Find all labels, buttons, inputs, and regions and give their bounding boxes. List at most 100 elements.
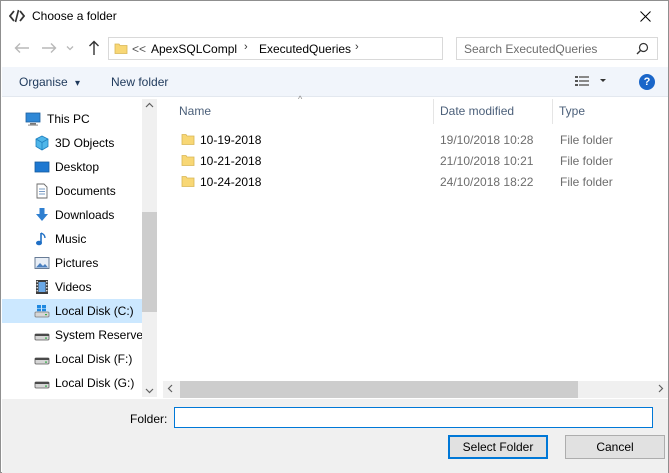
sidebar-item-label: Documents [55,184,116,198]
organise-dropdown-arrow: ▾ [75,78,81,89]
dialog-footer: Folder: Select Folder Cancel [2,399,668,473]
breadcrumb-apexsqlcompl[interactable]: ApexSQLCompl [151,42,237,56]
code-icon [9,9,25,23]
navigation-pane-scrollbar[interactable] [142,99,157,397]
change-view-button[interactable] [574,74,608,91]
up-button[interactable] [85,39,103,57]
folder-label: Folder: [130,412,168,426]
new-folder-button[interactable]: New folder [111,75,168,89]
search-box[interactable]: Search ExecutedQueries [456,37,658,60]
cancel-button[interactable]: Cancel [565,435,665,459]
file-date: 19/10/2018 10:28 [440,133,534,147]
breadcrumb-separator[interactable]: › [355,41,359,53]
organise-label: Organise [19,75,68,89]
column-header-name[interactable]: Name [163,99,433,124]
arrow-left-icon [14,43,29,53]
sidebar-item-label: Local Disk (F:) [55,352,133,366]
address-bar[interactable]: << ApexSQLCompl › ExecutedQueries › [108,37,534,60]
chevron-down-icon [66,46,74,51]
close-icon [639,10,651,22]
choose-folder-dialog: Choose a folder << ApexSQLCompl › Execut… [0,0,669,473]
file-type: File folder [560,175,613,189]
scroll-down-icon[interactable] [145,388,154,394]
sidebar-item-3d-objects[interactable]: 3D Objects [2,131,143,155]
cube-icon [35,135,49,151]
pictures-icon [34,257,50,269]
arrow-right-icon [42,43,57,53]
file-name[interactable]: 10-19-2018 [200,133,261,147]
sidebar-item-label: Pictures [55,256,99,270]
search-icon[interactable] [636,42,649,55]
sidebar-item-system-reserved[interactable]: System Reservec [2,323,149,347]
sidebar-item-local-disk-g[interactable]: Local Disk (G:) [2,371,143,395]
select-folder-button[interactable]: Select Folder [448,435,548,459]
sidebar-item-label: Videos [55,280,92,294]
sidebar-item-label: This PC [47,112,90,126]
sidebar-item-pictures[interactable]: Pictures [2,251,143,275]
file-list-horizontal-scrollbar[interactable] [163,381,668,398]
folder-icon [114,43,128,54]
sidebar-item-this-pc[interactable]: This PC [2,107,143,131]
sidebar-item-local-disk-f[interactable]: Local Disk (F:) [2,347,143,371]
file-name[interactable]: 10-24-2018 [200,175,261,189]
sidebar-item-local-disk-c[interactable]: Local Disk (C:) [2,299,143,323]
folder-icon [181,134,195,145]
drive-icon [34,333,50,341]
recent-locations-button[interactable] [64,39,76,57]
sidebar-item-label: Downloads [55,208,115,222]
desktop-icon [34,161,50,173]
scrollbar-thumb[interactable] [180,381,578,398]
table-row[interactable]: 10-24-2018 24/10/2018 18:22 File folder [163,171,663,192]
music-icon [36,232,46,246]
column-header-label: Date modified [440,104,515,118]
sidebar-item-music[interactable]: Music [2,227,143,251]
table-row[interactable]: 10-21-2018 21/10/2018 10:21 File folder [163,150,663,171]
breadcrumb-separator[interactable]: › [244,41,248,53]
download-icon [36,208,48,221]
forward-button[interactable] [40,39,58,57]
breadcrumb-executedqueries[interactable]: ExecutedQueries [259,42,351,56]
sidebar-item-label: Local Disk (G:) [55,376,135,390]
file-date: 24/10/2018 18:22 [440,175,534,189]
back-button[interactable] [13,39,31,57]
search-placeholder[interactable]: Search ExecutedQueries [464,42,597,56]
column-header-label: Type [559,104,586,118]
table-row[interactable]: 10-19-2018 19/10/2018 10:28 File folder [163,129,663,150]
sidebar-item-documents[interactable]: Documents [2,179,143,203]
sidebar-item-label: System Reservec [55,328,150,342]
file-type: File folder [560,133,613,147]
scroll-up-icon[interactable] [145,102,154,108]
folder-input[interactable] [174,407,653,428]
scroll-left-icon[interactable] [167,384,173,393]
file-list: ^ Name Date modified Type 10-19-2018 19/… [163,94,668,397]
drive-icon [34,381,50,389]
sidebar-item-videos[interactable]: Videos [2,275,143,299]
folder-icon [181,155,195,166]
sidebar-item-label: Local Disk (C:) [55,304,134,318]
folder-icon [181,176,195,187]
title-bar: Choose a folder [1,1,668,32]
scrollbar-thumb[interactable] [142,212,157,312]
sidebar-item-downloads[interactable]: Downloads [2,203,143,227]
command-bar: Organise ▾ New folder ? [2,67,668,97]
windows-drive-icon [34,305,50,318]
sidebar-item-label: Music [55,232,87,246]
navigation-pane: This PC 3D Objects Desktop Documents Dow… [2,99,157,397]
sidebar-item-label: 3D Objects [55,136,115,150]
column-header-label: Name [179,104,212,118]
address-overflow[interactable]: << [132,42,146,56]
scroll-right-icon[interactable] [658,384,664,393]
sidebar-item-desktop[interactable]: Desktop [2,155,143,179]
file-name[interactable]: 10-21-2018 [200,154,261,168]
sidebar-item-label: Desktop [55,160,100,174]
details-view-icon [575,76,606,86]
help-button[interactable]: ? [639,74,655,90]
close-button[interactable] [622,1,668,31]
column-header-date-modified[interactable]: Date modified [434,99,552,124]
file-date: 21/10/2018 10:21 [440,154,534,168]
column-header-type[interactable]: Type [553,99,663,124]
organise-button[interactable]: Organise ▾ [19,75,80,89]
window-title: Choose a folder [32,9,117,23]
arrow-up-icon [89,40,99,55]
drive-icon [34,357,50,365]
